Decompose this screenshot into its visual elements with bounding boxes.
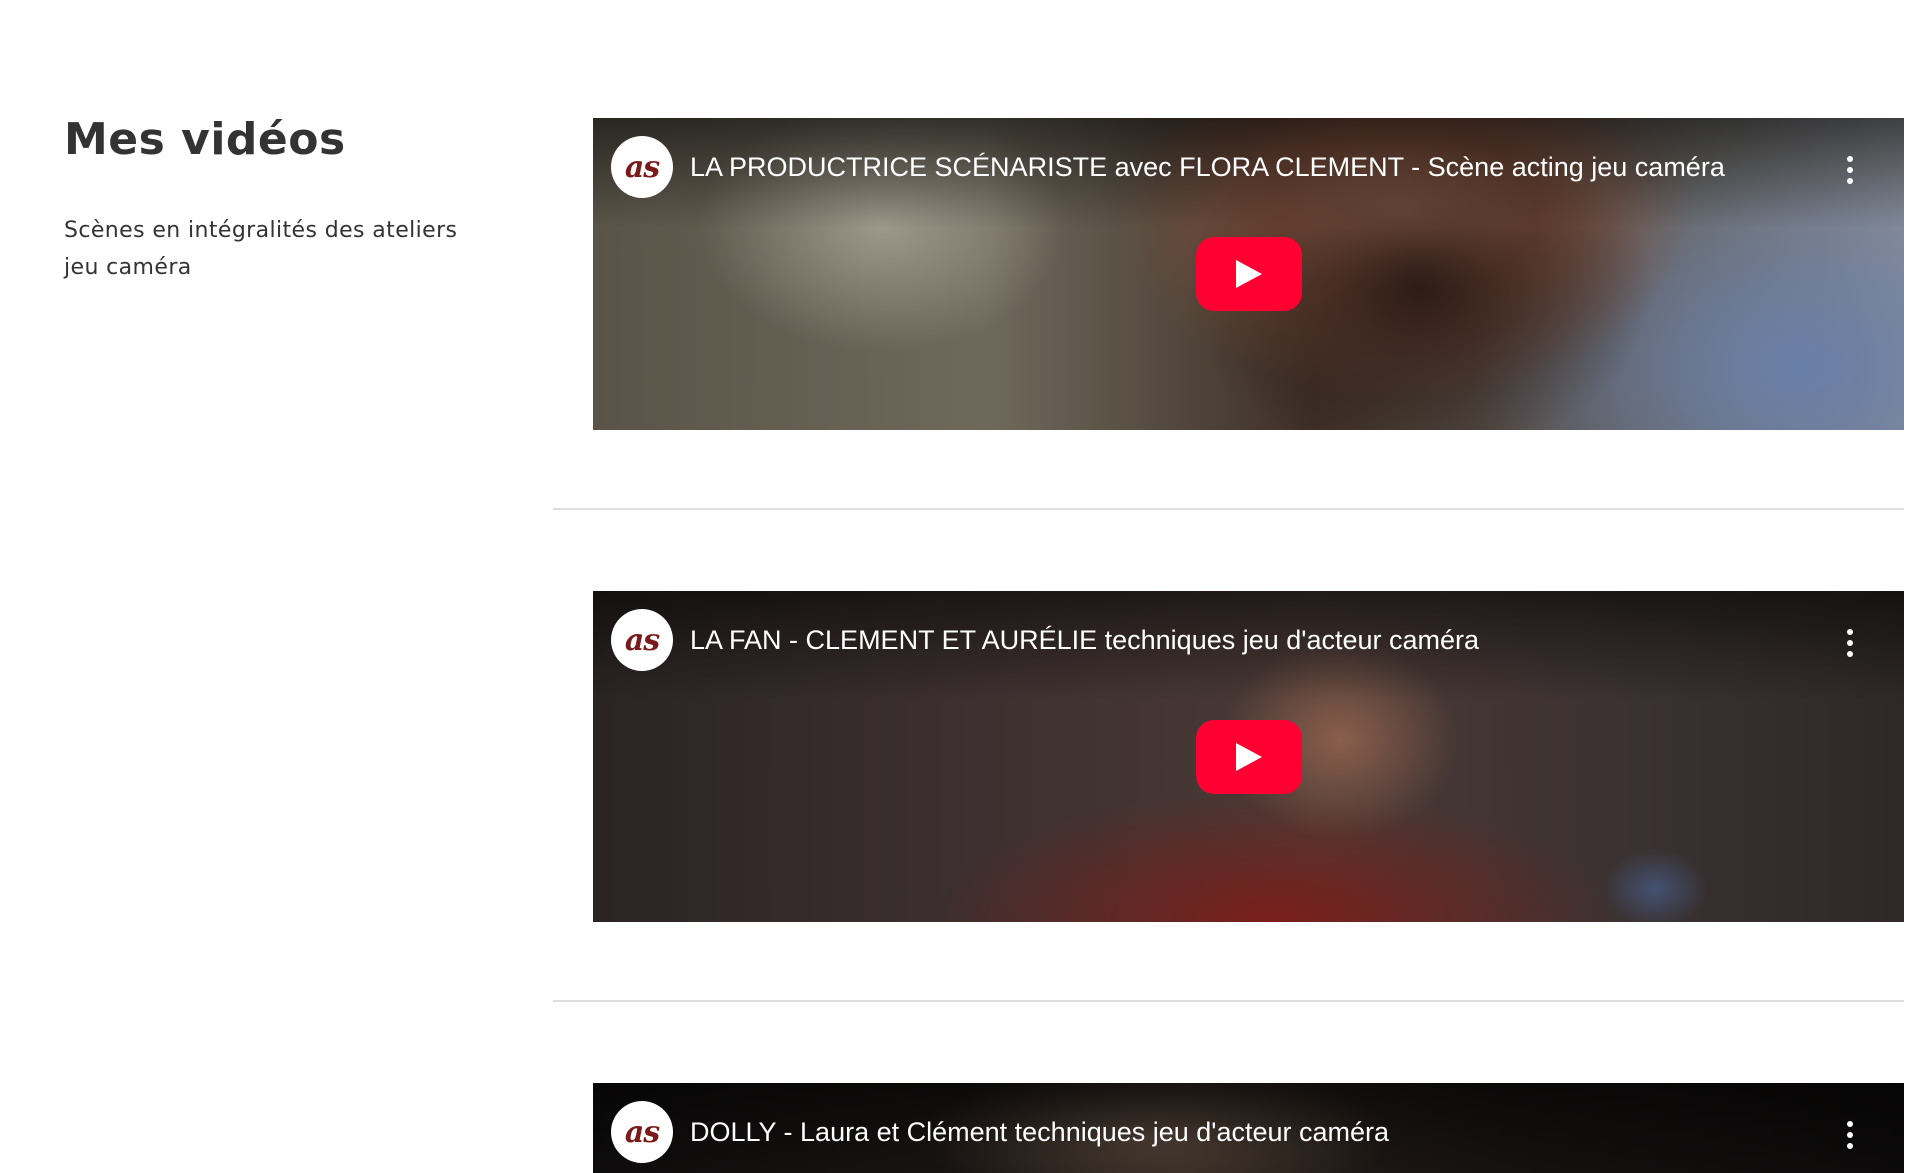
- subtitle-line-1: Scènes en intégralités des ateliers: [64, 218, 458, 243]
- play-icon: [1235, 743, 1262, 771]
- channel-logo-icon[interactable]: as: [611, 1101, 673, 1163]
- divider: [553, 508, 1904, 510]
- play-button[interactable]: [1195, 720, 1302, 794]
- subtitle-line-2: jeu caméra: [64, 255, 192, 280]
- video-title-3[interactable]: DOLLY - Laura et Clément techniques jeu …: [690, 1113, 1814, 1151]
- page: Mes vidéos Scènes en intégralités des at…: [0, 0, 1920, 1173]
- divider: [553, 1000, 1904, 1002]
- channel-logo-text: as: [624, 1114, 660, 1150]
- more-options-icon[interactable]: [1846, 629, 1854, 657]
- video-title-1[interactable]: LA PRODUCTRICE SCÉNARISTE avec FLORA CLE…: [690, 148, 1814, 186]
- video-title-2[interactable]: LA FAN - CLEMENT ET AURÉLIE techniques j…: [690, 621, 1814, 659]
- video-embed-3[interactable]: as DOLLY - Laura et Clément techniques j…: [593, 1083, 1904, 1173]
- play-button[interactable]: [1195, 237, 1302, 311]
- more-options-icon[interactable]: [1846, 156, 1854, 184]
- channel-logo-icon[interactable]: as: [611, 609, 673, 671]
- page-subtitle: Scènes en intégralités des ateliers jeu c…: [64, 212, 484, 286]
- channel-logo-text: as: [624, 149, 660, 185]
- play-icon: [1235, 260, 1262, 288]
- page-title: Mes vidéos: [64, 114, 346, 165]
- video-embed-1[interactable]: as LA PRODUCTRICE SCÉNARISTE avec FLORA …: [593, 118, 1904, 430]
- more-options-icon[interactable]: [1846, 1121, 1854, 1149]
- video-embed-2[interactable]: as LA FAN - CLEMENT ET AURÉLIE technique…: [593, 591, 1904, 922]
- channel-logo-icon[interactable]: as: [611, 136, 673, 198]
- channel-logo-text: as: [624, 622, 660, 658]
- sidebar: Mes vidéos Scènes en intégralités des at…: [64, 108, 484, 286]
